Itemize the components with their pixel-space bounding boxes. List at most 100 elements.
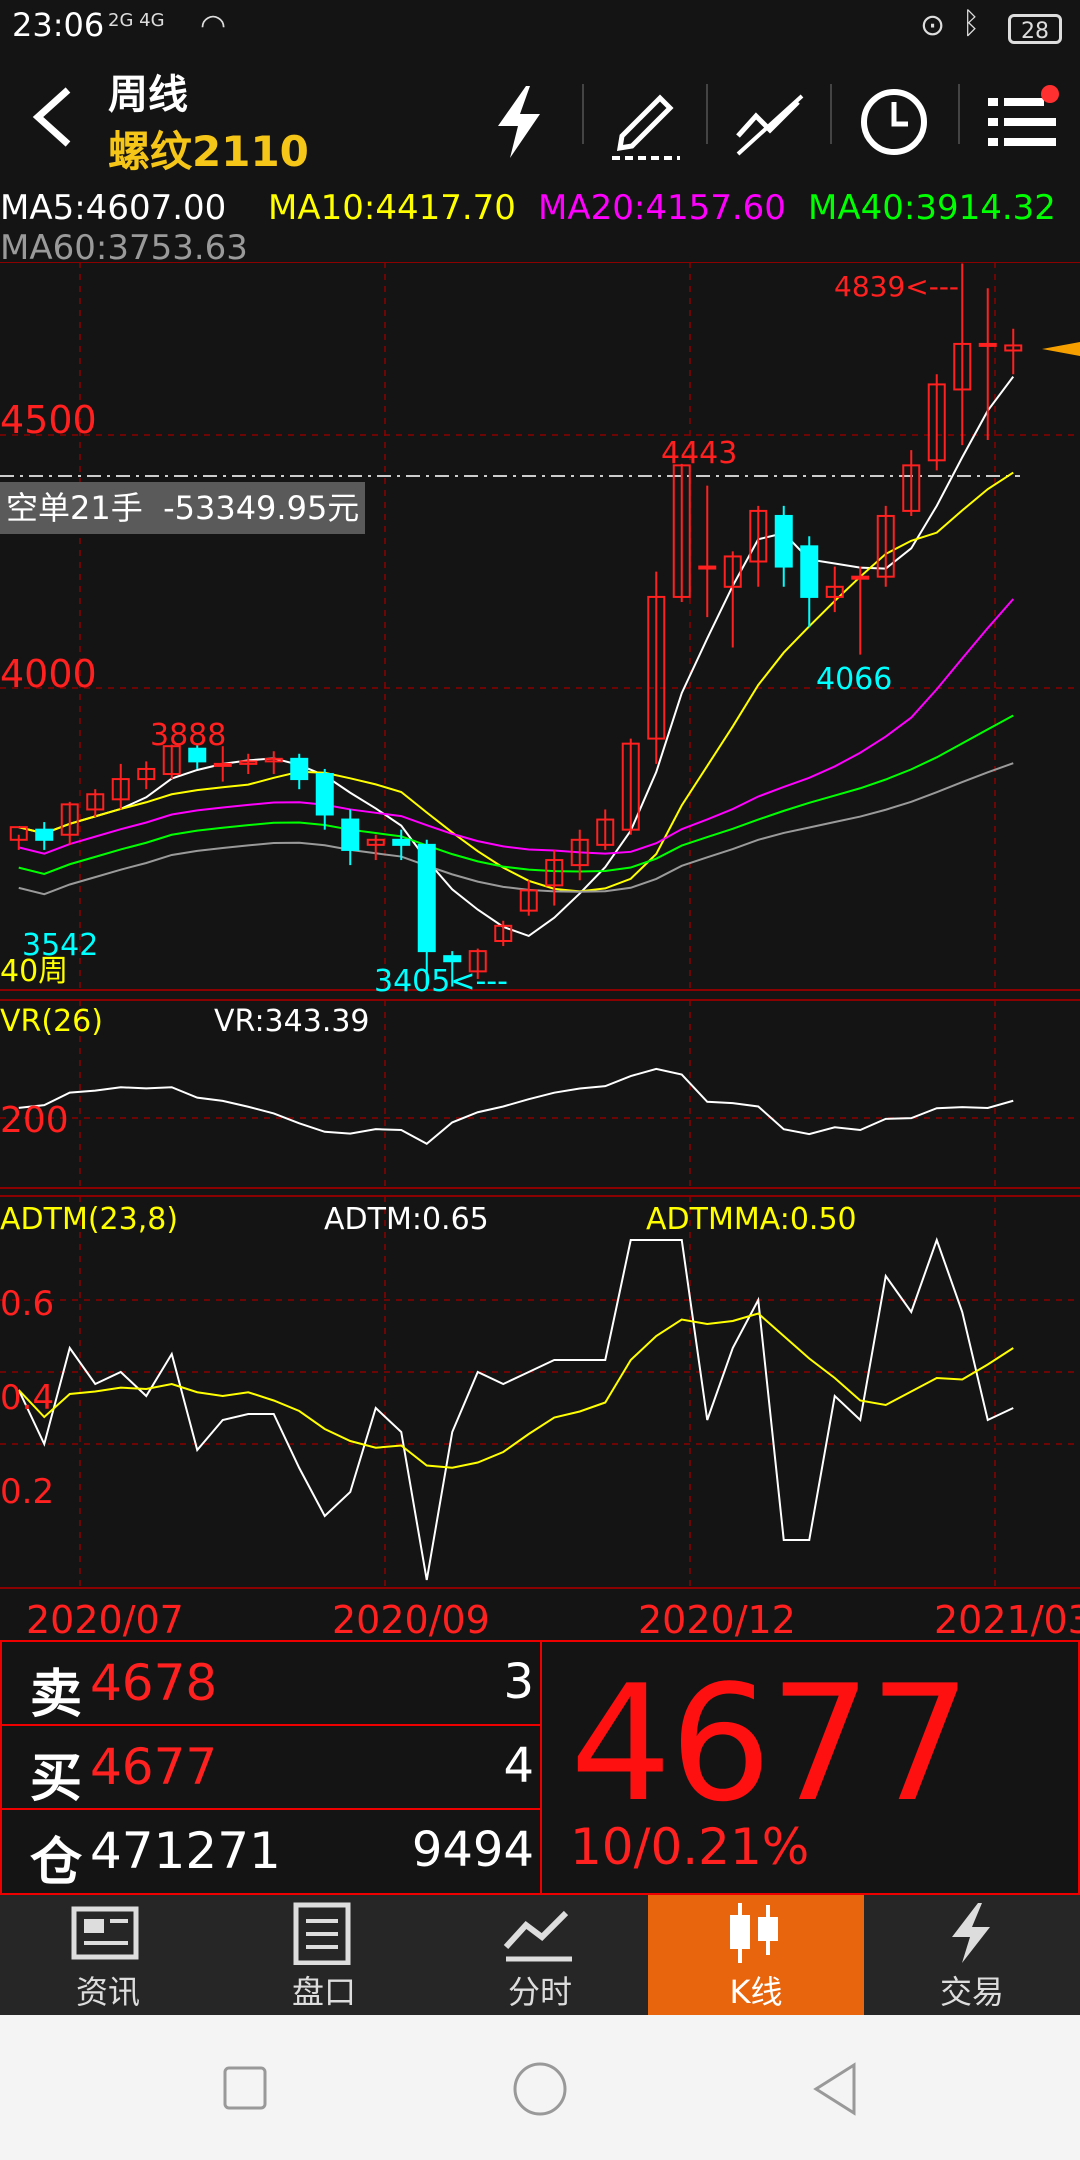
- oi-value: 471271: [90, 1822, 281, 1880]
- lock-icon: ⊙: [920, 8, 946, 43]
- nav-intraday[interactable]: 分时: [432, 1895, 648, 2015]
- system-nav-bar: [0, 2015, 1080, 2160]
- candle-body: [341, 818, 360, 851]
- oi-change: 9494: [411, 1822, 534, 1878]
- vr-line: [18, 1067, 1014, 1145]
- low-annotation: 4066: [816, 662, 893, 697]
- sell-qty: 3: [503, 1654, 534, 1710]
- date-tick: 2020/09: [332, 1598, 490, 1642]
- nav-news[interactable]: 资讯: [0, 1895, 216, 2015]
- kline-chart[interactable]: [0, 262, 1080, 1642]
- flash-order-icon[interactable]: [478, 80, 562, 164]
- news-icon: [71, 1906, 139, 1960]
- buy-row[interactable]: 买 4677 4: [2, 1726, 540, 1810]
- date-tick: 2020/07: [26, 1598, 184, 1642]
- low-annotation: 3405<---: [374, 964, 508, 999]
- current-price-marker-icon: [1042, 342, 1080, 356]
- high-annotation: 4839<---: [834, 270, 960, 303]
- position-tag[interactable]: 空单21手 -53349.95元: [0, 482, 366, 534]
- adtm-level: 0.4: [0, 1378, 55, 1418]
- adtm-value: ADTM:0.65: [324, 1202, 489, 1237]
- wifi-icon: ◠: [200, 8, 227, 43]
- peak-annotation: 3888: [150, 718, 227, 753]
- date-tick: 2020/12: [638, 1598, 796, 1642]
- divider: [540, 1642, 542, 1893]
- nav-label: 分时: [507, 1973, 572, 2011]
- candle-body: [35, 828, 54, 841]
- vr-name: VR(26): [0, 1004, 103, 1039]
- price-tick-4500: 4500: [0, 398, 97, 442]
- ma5-value: MA5:4607.00: [0, 188, 227, 228]
- battery-icon: 28: [1008, 14, 1062, 44]
- price-change: 10/0.21%: [570, 1818, 810, 1876]
- candles: [9, 263, 1023, 990]
- status-time: 23:06: [12, 6, 105, 44]
- adtm-level: 0.6: [0, 1284, 55, 1324]
- adtm-line: [17, 1237, 1014, 1581]
- orderbook-icon: [293, 1902, 351, 1965]
- recents-icon[interactable]: [222, 2065, 268, 2111]
- candle-body: [315, 773, 334, 816]
- bottom-nav: 资讯 盘口 分时 K线 交易: [0, 1895, 1080, 2015]
- indicator-icon[interactable]: [728, 80, 812, 164]
- ma40-value: MA40:3914.32: [808, 188, 1056, 228]
- nav-label: 资讯: [75, 1973, 140, 2011]
- clock-icon[interactable]: [852, 80, 936, 164]
- bluetooth-icon: ᛒ: [962, 6, 980, 41]
- buy-label: 买: [30, 1749, 83, 1809]
- candle-body: [290, 757, 309, 781]
- vr-value: VR:343.39: [214, 1004, 370, 1039]
- peak-annotation: 4443: [661, 436, 738, 471]
- oi-label: 仓: [30, 1833, 83, 1893]
- ma10-value: MA10:4417.70: [268, 188, 516, 228]
- chart-grid: [0, 262, 1080, 1589]
- buy-qty: 4: [503, 1738, 534, 1794]
- divider: [582, 84, 584, 144]
- trade-icon: [952, 1903, 990, 1963]
- adtmma-value: ADTMMA:0.50: [646, 1202, 857, 1237]
- nav-trade[interactable]: 交易: [864, 1895, 1080, 2015]
- ma-period-label: 40周: [0, 954, 69, 989]
- home-icon[interactable]: [512, 2061, 568, 2117]
- price-tick-4000: 4000: [0, 652, 97, 696]
- vr-level: 200: [0, 1100, 69, 1141]
- sell-row[interactable]: 卖 4678 3: [2, 1642, 540, 1726]
- candle-body: [698, 565, 717, 570]
- nav-kline[interactable]: K线: [648, 1895, 864, 2015]
- nav-label: 盘口: [291, 1973, 356, 2011]
- last-price: 4677: [570, 1650, 971, 1837]
- date-tick: 2021/03: [934, 1598, 1080, 1642]
- divider: [958, 84, 960, 144]
- ma-lines: [18, 376, 1015, 938]
- sub-indicator-lines: [17, 1067, 1014, 1581]
- ma-readouts: MA5:4607.00 MA10:4417.70 MA20:4157.60 MA…: [0, 184, 1080, 268]
- status-bar: 23:06 2G 4G ◠ ⊙ ᛒ 28: [0, 0, 1080, 60]
- signal-icon: 2G 4G: [108, 10, 165, 31]
- divider: [706, 84, 708, 144]
- candle-body: [978, 342, 997, 347]
- nav-label: K线: [729, 1973, 783, 2011]
- back-nav-icon[interactable]: [810, 2061, 860, 2117]
- candle-body: [800, 545, 819, 598]
- back-icon[interactable]: [28, 82, 78, 152]
- adtm-name: ADTM(23,8): [0, 1202, 179, 1237]
- intraday-icon: [503, 1910, 572, 1962]
- sell-price: 4678: [90, 1654, 218, 1712]
- ma5-line: [18, 376, 1015, 938]
- candle-body: [851, 575, 870, 580]
- candle-body: [774, 514, 793, 568]
- nav-label: 交易: [939, 1973, 1004, 2011]
- period-title: 周线: [108, 72, 188, 118]
- candle-body: [213, 762, 232, 767]
- open-interest-row: 仓 471271 9494: [2, 1810, 540, 1893]
- adtm-level: 0.2: [0, 1472, 55, 1512]
- candle-body: [417, 843, 436, 953]
- divider: [830, 84, 832, 144]
- candle-body: [392, 838, 411, 846]
- draw-icon[interactable]: [604, 80, 688, 164]
- symbol-title[interactable]: 螺纹2110: [108, 118, 309, 179]
- menu-icon[interactable]: [980, 80, 1064, 164]
- ma20-value: MA20:4157.60: [538, 188, 786, 228]
- nav-orderbook[interactable]: 盘口: [216, 1895, 432, 2015]
- candle-body: [443, 955, 462, 963]
